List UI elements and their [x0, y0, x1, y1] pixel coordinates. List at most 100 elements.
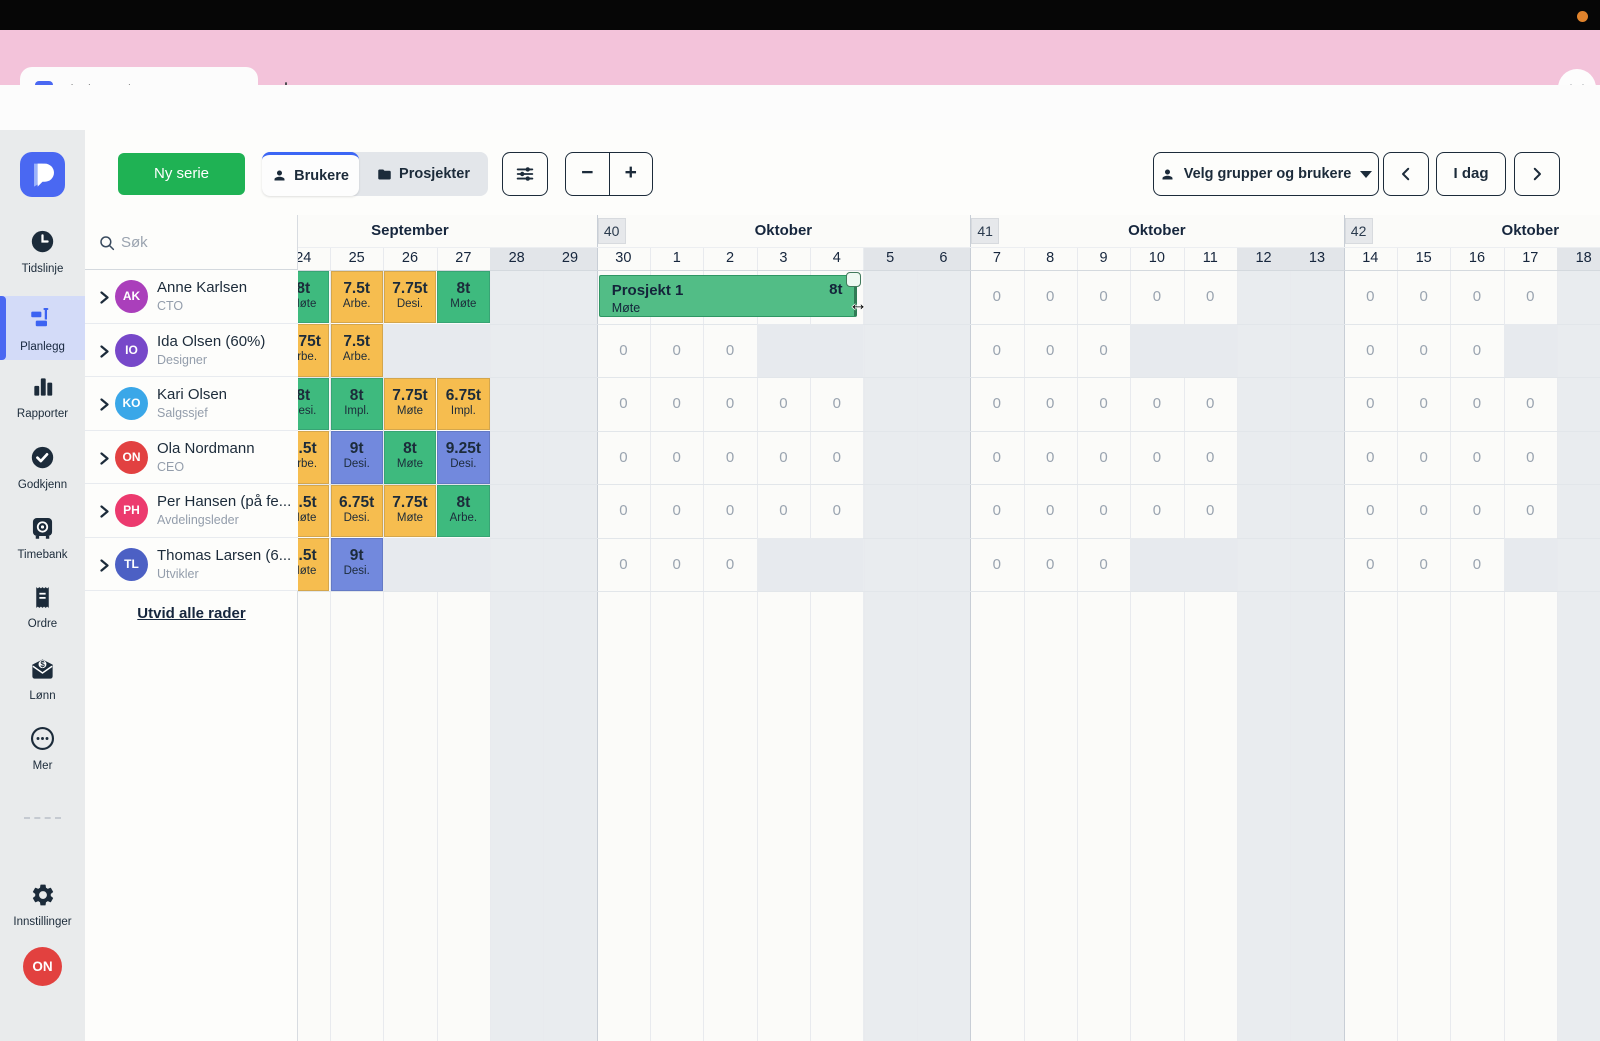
- grid-value-cell[interactable]: 7.75tMøte: [384, 485, 436, 538]
- grid-value-cell[interactable]: 9tDesi.: [331, 538, 383, 591]
- grid-zero-cell[interactable]: 0: [1344, 484, 1397, 538]
- grid-zero-cell[interactable]: 0: [1130, 270, 1183, 324]
- grid-value-cell[interactable]: 6.75tImpl.: [437, 378, 489, 431]
- grid-zero-cell[interactable]: 0: [1184, 484, 1237, 538]
- grid-zero-cell[interactable]: 0: [810, 431, 863, 485]
- grid-value-cell[interactable]: 6.75tDesi.: [331, 485, 383, 538]
- sidebar-item-mer[interactable]: Mer: [0, 725, 85, 772]
- grid-value-cell[interactable]: 8tDesi.: [298, 378, 329, 431]
- today-button[interactable]: I dag: [1436, 152, 1506, 196]
- sidebar-item-ordre[interactable]: Ordre: [0, 585, 85, 630]
- grid-zero-cell[interactable]: 0: [1504, 377, 1557, 431]
- expand-chevron-icon[interactable]: [99, 505, 110, 523]
- grid-zero-cell[interactable]: 0: [1024, 484, 1077, 538]
- grid-value-cell[interactable]: 7.5tArbe.: [298, 431, 329, 484]
- grid-zero-cell[interactable]: 0: [1077, 538, 1130, 592]
- grid-zero-cell[interactable]: 0: [1024, 270, 1077, 324]
- grid-value-cell[interactable]: 7.5tMøte: [298, 485, 329, 538]
- grid-zero-cell[interactable]: 0: [1450, 431, 1503, 485]
- grid-zero-cell[interactable]: 0: [650, 324, 703, 378]
- grid-zero-cell[interactable]: 0: [1450, 324, 1503, 378]
- grid-zero-cell[interactable]: 0: [1077, 431, 1130, 485]
- grid-value-cell[interactable]: 7.75tDesi.: [384, 271, 436, 324]
- grid-zero-cell[interactable]: 0: [970, 270, 1023, 324]
- tab-users[interactable]: Brukere: [262, 152, 359, 196]
- grid-zero-cell[interactable]: 0: [970, 484, 1023, 538]
- busy-logo[interactable]: [20, 152, 65, 197]
- grid-zero-cell[interactable]: 0: [703, 324, 756, 378]
- grid-value-cell[interactable]: 8tArbe.: [437, 485, 489, 538]
- grid-zero-cell[interactable]: 0: [1130, 431, 1183, 485]
- user-row[interactable]: TLThomas Larsen (6...Utvikler: [85, 538, 298, 592]
- grid-zero-cell[interactable]: 0: [703, 377, 756, 431]
- grid-value-cell[interactable]: 8tMøte: [437, 271, 489, 324]
- user-row[interactable]: IOIda Olsen (60%)Designer: [85, 324, 298, 378]
- zoom-in-button[interactable]: +: [610, 153, 653, 195]
- grid-zero-cell[interactable]: 0: [970, 324, 1023, 378]
- grid-zero-cell[interactable]: 0: [1344, 270, 1397, 324]
- expand-all-rows-link[interactable]: Utvid alle rader: [85, 605, 298, 622]
- series-bar-resize-handle[interactable]: [846, 272, 861, 287]
- sidebar-item-planlegg[interactable]: Planlegg: [0, 296, 85, 360]
- grid-value-cell[interactable]: 7.75tMøte: [384, 378, 436, 431]
- new-series-button[interactable]: Ny serie: [118, 153, 245, 195]
- grid-zero-cell[interactable]: 0: [1450, 538, 1503, 592]
- grid-zero-cell[interactable]: 0: [1397, 431, 1450, 485]
- grid-zero-cell[interactable]: 0: [703, 484, 756, 538]
- grid-zero-cell[interactable]: 0: [1397, 324, 1450, 378]
- series-bar[interactable]: Prosjekt 1Møte8t: [599, 275, 858, 317]
- grid-value-cell[interactable]: 7.5tMøte: [298, 538, 329, 591]
- grid-zero-cell[interactable]: 0: [1184, 270, 1237, 324]
- grid-zero-cell[interactable]: 0: [757, 431, 810, 485]
- grid-zero-cell[interactable]: 0: [650, 377, 703, 431]
- grid-zero-cell[interactable]: 0: [1077, 484, 1130, 538]
- grid-zero-cell[interactable]: 0: [757, 484, 810, 538]
- grid-zero-cell[interactable]: 0: [1024, 377, 1077, 431]
- grid-zero-cell[interactable]: 0: [1024, 324, 1077, 378]
- expand-chevron-icon[interactable]: [99, 559, 110, 577]
- tab-projects[interactable]: Prosjekter: [359, 152, 488, 196]
- grid-zero-cell[interactable]: 0: [970, 377, 1023, 431]
- grid-zero-cell[interactable]: 0: [650, 538, 703, 592]
- grid-zero-cell[interactable]: 0: [810, 377, 863, 431]
- grid-value-cell[interactable]: 7.5tArbe.: [331, 271, 383, 324]
- grid-zero-cell[interactable]: 0: [1024, 538, 1077, 592]
- sidebar-item-innstillinger[interactable]: Innstillinger: [0, 882, 85, 928]
- sidebar-item-rapporter[interactable]: Rapporter: [0, 374, 85, 420]
- grid-zero-cell[interactable]: 0: [597, 538, 650, 592]
- expand-chevron-icon[interactable]: [99, 345, 110, 363]
- user-row[interactable]: AKAnne KarlsenCTO: [85, 270, 298, 324]
- grid-zero-cell[interactable]: 0: [1077, 324, 1130, 378]
- grid-zero-cell[interactable]: 0: [1397, 377, 1450, 431]
- grid-zero-cell[interactable]: 0: [1450, 484, 1503, 538]
- grid-zero-cell[interactable]: 0: [650, 431, 703, 485]
- grid-zero-cell[interactable]: 0: [703, 431, 756, 485]
- grid-zero-cell[interactable]: 0: [1397, 538, 1450, 592]
- filter-settings-button[interactable]: [502, 152, 548, 196]
- grid-zero-cell[interactable]: 0: [1450, 377, 1503, 431]
- grid-zero-cell[interactable]: 0: [970, 538, 1023, 592]
- sidebar-item-lonn[interactable]: $ Lønn: [0, 655, 85, 702]
- grid-zero-cell[interactable]: 0: [970, 431, 1023, 485]
- sidebar-item-godkjenn[interactable]: Godkjenn: [0, 444, 85, 491]
- grid-zero-cell[interactable]: 0: [1344, 431, 1397, 485]
- user-row[interactable]: KOKari OlsenSalgssjef: [85, 377, 298, 431]
- grid-zero-cell[interactable]: 0: [1130, 377, 1183, 431]
- expand-chevron-icon[interactable]: [99, 452, 110, 470]
- grid-zero-cell[interactable]: 0: [1504, 270, 1557, 324]
- user-row[interactable]: ONOla NordmannCEO: [85, 431, 298, 485]
- grid-value-cell[interactable]: 8tMøte: [384, 431, 436, 484]
- sidebar-item-tidslinje[interactable]: Tidslinje: [0, 228, 85, 275]
- grid-zero-cell[interactable]: 0: [1024, 431, 1077, 485]
- grid-zero-cell[interactable]: 0: [1344, 377, 1397, 431]
- expand-chevron-icon[interactable]: [99, 398, 110, 416]
- zoom-out-button[interactable]: −: [566, 153, 610, 195]
- select-groups-button[interactable]: Velg grupper og brukere: [1153, 152, 1379, 196]
- grid-zero-cell[interactable]: 0: [597, 324, 650, 378]
- grid-zero-cell[interactable]: 0: [1077, 377, 1130, 431]
- grid-value-cell[interactable]: 8tImpl.: [331, 378, 383, 431]
- grid-zero-cell[interactable]: 0: [597, 431, 650, 485]
- grid-value-cell[interactable]: 9tDesi.: [331, 431, 383, 484]
- grid-zero-cell[interactable]: 0: [597, 484, 650, 538]
- grid-zero-cell[interactable]: 0: [1397, 270, 1450, 324]
